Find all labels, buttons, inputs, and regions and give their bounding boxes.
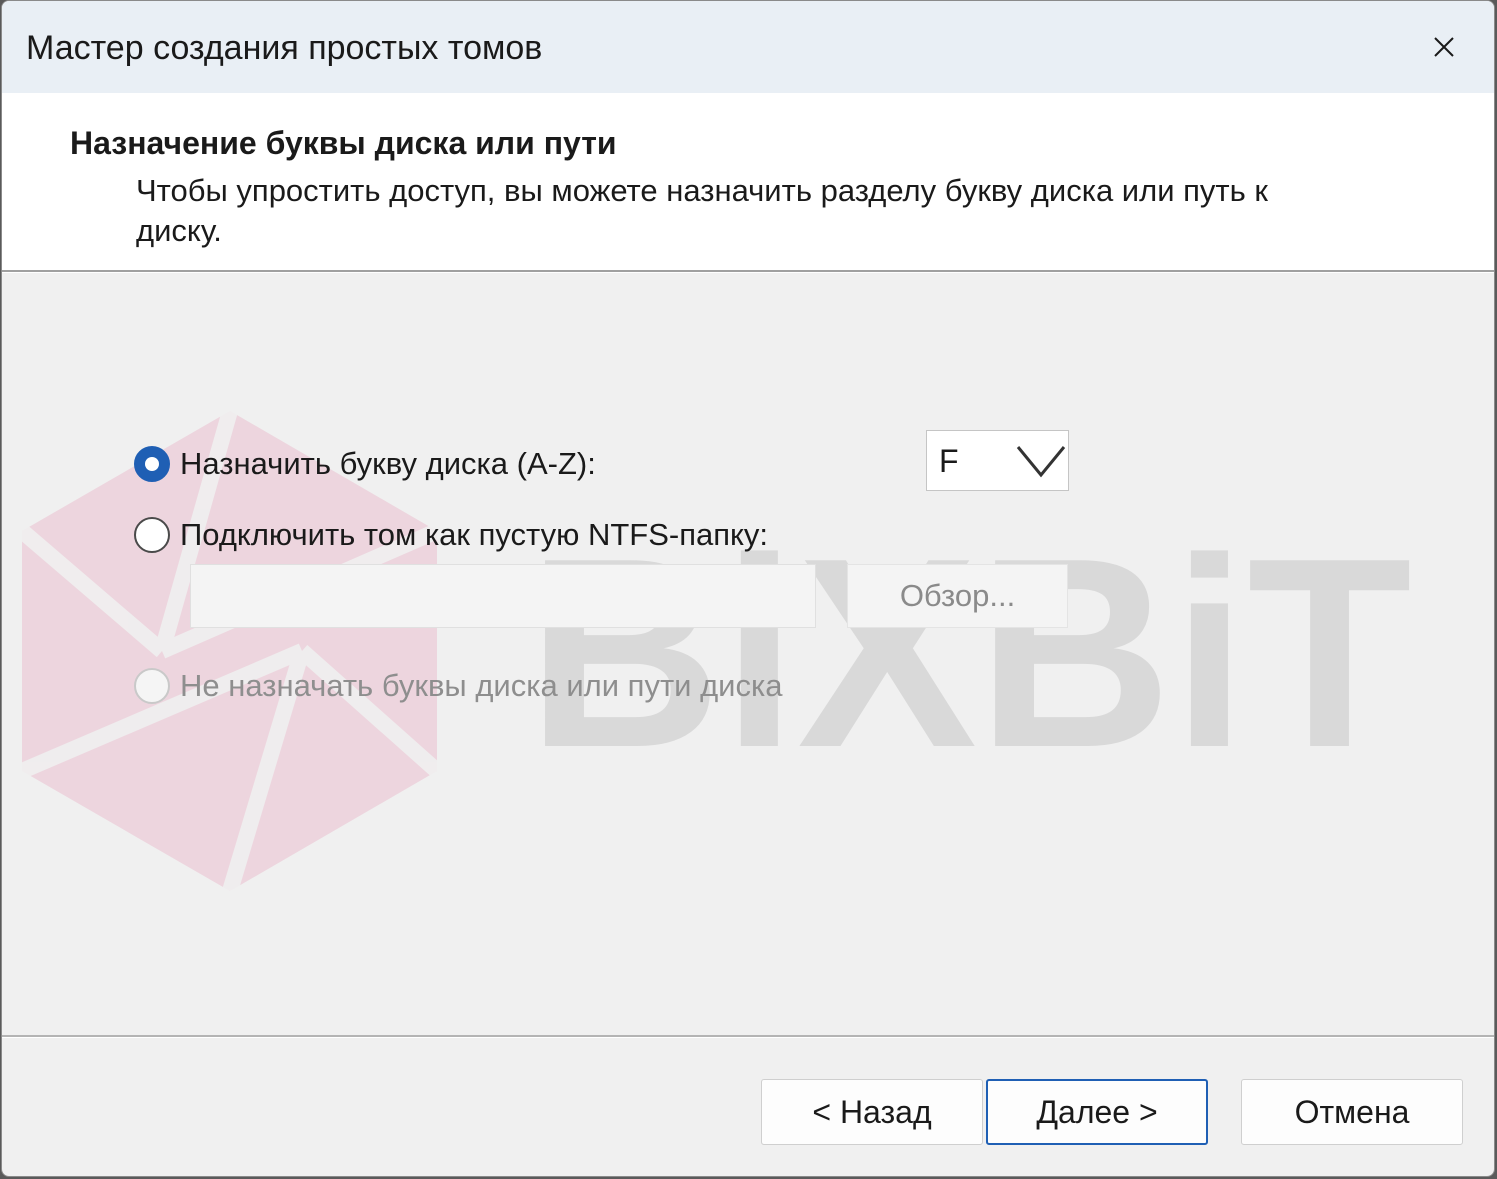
close-icon [1434, 37, 1454, 57]
chevron-down-icon [1016, 446, 1066, 478]
label-no-letter: Не назначать буквы диска или пути диска [180, 668, 783, 703]
radio-mount-folder[interactable] [134, 517, 170, 553]
close-button[interactable] [1394, 1, 1494, 93]
page-title: Назначение буквы диска или пути [70, 125, 617, 161]
mount-path-input[interactable] [190, 564, 816, 628]
wizard-window: Мастер создания простых томов Назначение… [1, 0, 1495, 1177]
next-button[interactable]: Далее > [986, 1079, 1208, 1145]
option-mount-folder[interactable]: Подключить том как пустую NTFS-папку: [134, 517, 768, 553]
drive-letter-value: F [939, 443, 959, 479]
browse-button[interactable]: Обзор... [847, 564, 1068, 628]
option-no-letter[interactable]: Не назначать буквы диска или пути диска [134, 668, 782, 704]
wizard-header: Назначение буквы диска или пути Чтобы уп… [2, 93, 1494, 271]
label-assign-letter: Назначить букву диска (A-Z): [180, 446, 596, 481]
back-button[interactable]: < Назад [761, 1079, 983, 1145]
title-bar: Мастер создания простых томов [2, 1, 1494, 93]
option-assign-letter[interactable]: Назначить букву диска (A-Z): [134, 446, 596, 482]
drive-letter-select[interactable]: F [926, 430, 1069, 491]
cancel-button[interactable]: Отмена [1241, 1079, 1463, 1145]
page-description: Чтобы упростить доступ, вы можете назнач… [136, 173, 1268, 248]
radio-assign-letter[interactable] [134, 446, 170, 482]
radio-no-letter[interactable] [134, 668, 170, 704]
window-title: Мастер создания простых томов [26, 29, 543, 67]
label-mount-folder: Подключить том как пустую NTFS-папку: [180, 517, 769, 552]
